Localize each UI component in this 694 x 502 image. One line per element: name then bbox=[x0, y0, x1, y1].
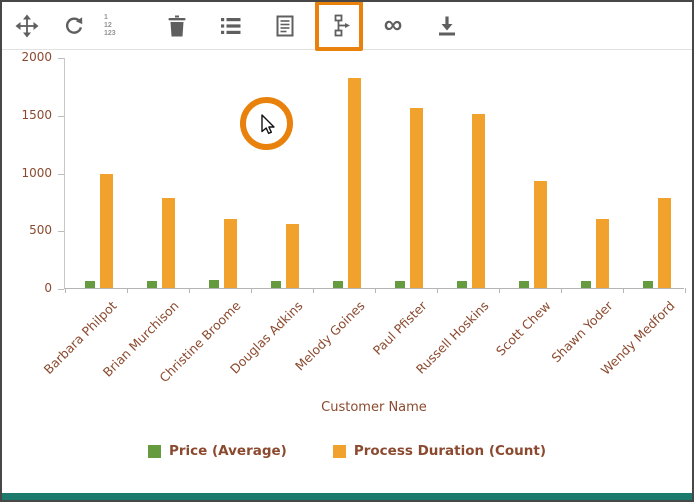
bar-price[interactable] bbox=[271, 281, 281, 289]
y-axis: 0 500 1000 1500 2000 bbox=[2, 2, 58, 500]
x-tick-mark bbox=[561, 288, 562, 293]
list-icon[interactable] bbox=[214, 7, 248, 45]
download-icon[interactable] bbox=[430, 7, 464, 45]
bar-price[interactable] bbox=[519, 281, 529, 289]
x-tick-mark bbox=[313, 288, 314, 293]
bar-price[interactable] bbox=[85, 281, 95, 289]
x-tick-mark bbox=[375, 288, 376, 293]
bar-price[interactable] bbox=[333, 281, 343, 289]
number-format-line: 12 bbox=[104, 22, 112, 30]
legend-item-price[interactable]: Price (Average) bbox=[148, 443, 287, 459]
x-category-label: Melody Goines bbox=[251, 298, 368, 415]
x-tick-mark bbox=[685, 288, 686, 293]
y-tick-label: 0 bbox=[44, 281, 52, 295]
y-tick-label: 1000 bbox=[21, 166, 52, 180]
x-category-label: Christine Broome bbox=[127, 298, 244, 415]
bar-price[interactable] bbox=[147, 281, 157, 289]
x-category-label: Paul Pfister bbox=[313, 298, 430, 415]
bar-duration[interactable] bbox=[224, 219, 237, 288]
number-format-line: 123 bbox=[104, 30, 116, 38]
bar-duration[interactable] bbox=[534, 181, 547, 288]
bar-price[interactable] bbox=[209, 280, 219, 288]
infinity-glyph: ∞ bbox=[384, 11, 403, 41]
plot-area: Barbara PhilpotBrian MurchisonChristine … bbox=[64, 58, 684, 289]
x-category-label: Scott Chew bbox=[437, 298, 554, 415]
y-tick-label: 2000 bbox=[21, 50, 52, 64]
x-tick-mark bbox=[251, 288, 252, 293]
bar-price[interactable] bbox=[643, 281, 653, 289]
x-tick-mark bbox=[189, 288, 190, 293]
x-category-label: Shawn Yoder bbox=[499, 298, 616, 415]
x-tick-mark bbox=[127, 288, 128, 293]
flowchart-icon[interactable] bbox=[322, 7, 356, 45]
number-format-icon[interactable]: 1 12 123 bbox=[104, 7, 130, 45]
trash-icon[interactable] bbox=[160, 7, 194, 45]
bottom-accent-bar bbox=[2, 493, 692, 500]
refresh-icon[interactable] bbox=[57, 7, 91, 45]
duration-swatch bbox=[333, 445, 346, 458]
bar-duration[interactable] bbox=[100, 174, 113, 288]
bar-duration[interactable] bbox=[410, 108, 423, 288]
bar-duration[interactable] bbox=[472, 114, 485, 288]
number-format-line: 1 bbox=[104, 14, 108, 22]
bar-duration[interactable] bbox=[286, 224, 299, 288]
x-tick-mark bbox=[499, 288, 500, 293]
bar-price[interactable] bbox=[581, 281, 591, 289]
report-icon[interactable] bbox=[268, 7, 302, 45]
flowchart-icon-wrapper bbox=[322, 7, 356, 45]
bar-duration[interactable] bbox=[596, 219, 609, 288]
x-category-label: Wendy Medford bbox=[561, 298, 678, 415]
chart-widget-frame: 1 12 123 ∞ 0 500 1000 1500 2000 Barbara Phil… bbox=[0, 0, 694, 502]
toolbar: 1 12 123 ∞ bbox=[2, 2, 692, 50]
x-tick-mark bbox=[437, 288, 438, 293]
y-tick-mark bbox=[58, 289, 64, 290]
x-category-label: Douglas Adkins bbox=[189, 298, 306, 415]
bar-price[interactable] bbox=[457, 281, 467, 289]
legend-label-price: Price (Average) bbox=[169, 443, 287, 459]
bar-duration[interactable] bbox=[348, 78, 361, 288]
price-swatch bbox=[148, 445, 161, 458]
legend-item-duration[interactable]: Process Duration (Count) bbox=[333, 443, 546, 459]
legend-label-duration: Process Duration (Count) bbox=[354, 443, 546, 459]
infinity-icon[interactable]: ∞ bbox=[376, 7, 410, 45]
bar-price[interactable] bbox=[395, 281, 405, 289]
y-tick-label: 1500 bbox=[21, 108, 52, 122]
x-category-label: Brian Murchison bbox=[65, 298, 182, 415]
y-tick-label: 500 bbox=[29, 223, 52, 237]
legend: Price (Average) Process Duration (Count) bbox=[2, 443, 692, 459]
x-tick-mark bbox=[65, 288, 66, 293]
x-tick-mark bbox=[623, 288, 624, 293]
x-axis-title: Customer Name bbox=[64, 400, 684, 415]
bar-duration[interactable] bbox=[162, 198, 175, 288]
x-category-label: Russell Hoskins bbox=[375, 298, 492, 415]
bar-duration[interactable] bbox=[658, 198, 671, 288]
